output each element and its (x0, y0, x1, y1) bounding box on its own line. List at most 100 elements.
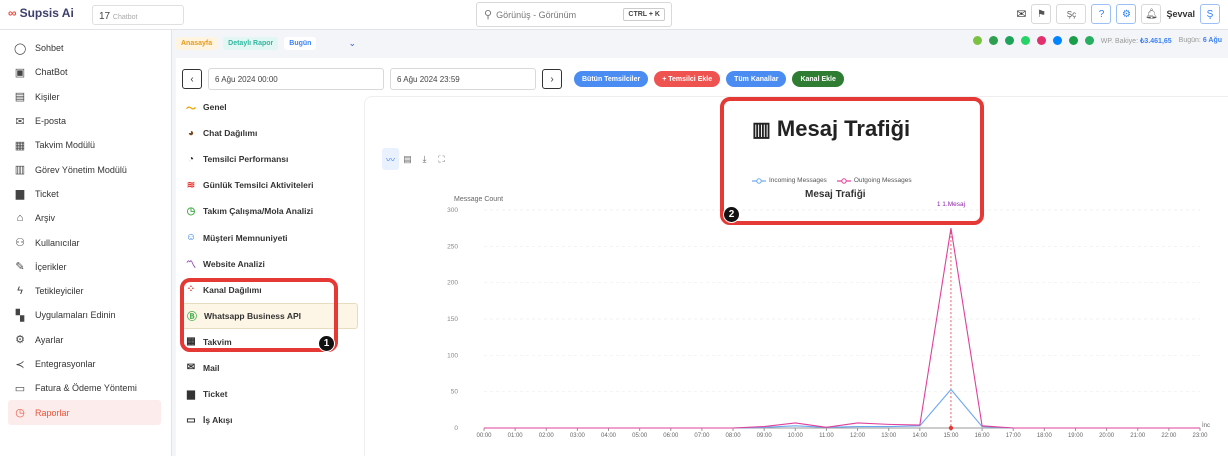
line-chart-icon[interactable]: 〰 (382, 148, 399, 170)
sidebar-item-calendar[interactable]: ▦ Takvim Modülü (0, 133, 171, 157)
chat-status-icon[interactable] (1068, 36, 1078, 45)
menu-item-gauge[interactable]: ◔ Temsilci Performansı (182, 146, 362, 172)
annotation-badge-2: 2 (723, 206, 740, 223)
menu-item-trend[interactable]: 〜 Genel (182, 94, 362, 120)
flag-icon[interactable]: ⚑ (1031, 4, 1052, 24)
x-tick-label: 20:00 (1099, 433, 1115, 439)
sidebar-item-mail[interactable]: ✉ E-posta (0, 109, 171, 133)
x-tick-label: 02:00 (539, 433, 555, 439)
menu-item-label: Ticket (203, 389, 228, 400)
next-date-button[interactable]: › (542, 69, 562, 89)
x-tick-label: 00:00 (476, 433, 492, 439)
sidebar-item-task[interactable]: ▥ Görev Yönetim Modülü (0, 157, 171, 181)
x-tick-label: 03:00 (570, 433, 586, 439)
line-chart: Message Count 0 50 100 150 200 250 300 00:00 01:0… (447, 196, 1210, 439)
menu-item-workflow[interactable]: ▭ İş Akışı (182, 407, 362, 433)
breadcrumb-home[interactable]: Anasayfa (176, 36, 218, 50)
add-rep-button[interactable]: + Temsilci Ekle (654, 71, 721, 87)
menu-item-clock[interactable]: ◷ Takım Çalışma/Mola Analizi (182, 198, 362, 224)
menu-item-mail[interactable]: ✉ Mail (182, 355, 362, 381)
menu-item-label: İş Akışı (203, 415, 233, 426)
x-tick-label: 04:00 (601, 433, 617, 439)
sidebar-item-settings[interactable]: ⚙ Ayarlar (0, 328, 171, 352)
contacts-icon: ▤ (14, 91, 26, 104)
pie-icon: ◕ (187, 127, 195, 139)
sidebar-item-users[interactable]: ⚇ Kullanıcılar (0, 230, 171, 254)
mail-icon[interactable]: ✉ (1016, 7, 1026, 21)
all-channels-button[interactable]: Tüm Kanallar (726, 71, 787, 87)
settings-icon[interactable]: ⚙ (1116, 4, 1137, 24)
download-icon[interactable]: ⤓ (416, 148, 433, 170)
fullscreen-icon[interactable]: ⛶ (433, 148, 450, 170)
menu-item-smile[interactable]: ☺ Müşteri Memnuniyeti (182, 224, 362, 250)
sidebar-item-trigger[interactable]: ϟ Tetikleyiciler (0, 279, 171, 303)
end-date-input[interactable]: 6 Ağu 2024 23:59 (390, 68, 536, 90)
y-axis-label: Message Count (454, 196, 503, 203)
sync-icon[interactable] (1084, 36, 1094, 45)
apps-icon: ▚ (15, 309, 25, 322)
y-tick-label: 100 (447, 352, 458, 359)
sidebar-item-label: Takvim Modülü (35, 140, 96, 151)
menu-item-label: Takım Çalışma/Mola Analizi (203, 206, 314, 217)
x-tick-label: 09:00 (757, 433, 773, 439)
sidebar-item-billing[interactable]: ▭ Fatura & Ödeme Yöntemi (0, 376, 171, 400)
telegram-icon[interactable] (1004, 36, 1014, 45)
sidebar-item-label: Arşiv (35, 213, 55, 224)
y-tick-label: 0 (454, 425, 458, 432)
sidebar-item-chat[interactable]: ◯ Sohbet (0, 36, 171, 60)
sidebar-item-apps[interactable]: ▚ Uygulamaları Edinin (0, 303, 171, 327)
menu-item-label: Chat Dağılımı (203, 128, 258, 139)
breadcrumb-detail[interactable]: Detaylı Rapor (223, 36, 279, 50)
messenger-icon[interactable] (1052, 36, 1062, 45)
chatbot-selector[interactable]: 17 Chatbot (92, 5, 184, 25)
calendar-icon: ▦ (14, 139, 26, 152)
wifi-status-icon[interactable] (988, 36, 998, 45)
language-button[interactable]: Şç (1056, 4, 1087, 24)
x-tick-label: 13:00 (881, 433, 897, 439)
sidebar-item-contacts[interactable]: ▤ Kişiler (0, 85, 171, 109)
search-input[interactable]: ⚲ Görünüş - Görünüm CTRL + K (476, 2, 672, 27)
logo[interactable]: ∞ Supsis Ai (8, 6, 74, 20)
task-icon: ▥ (14, 164, 26, 177)
avatar[interactable]: Ş (1200, 4, 1220, 24)
x-tick-label: 17:00 (1006, 433, 1022, 439)
instagram-icon[interactable] (1036, 36, 1046, 45)
menu-item-ticket[interactable]: ▆ Ticket (182, 381, 362, 407)
sidebar-item-archive[interactable]: ⌂ Arşiv (0, 206, 171, 230)
sidebar-item-reports[interactable]: ◷ Raporlar (8, 400, 161, 425)
bell-icon[interactable]: 🔔︎ (1141, 4, 1162, 24)
highlight-box-1 (180, 278, 338, 352)
language-label: Şç (1066, 9, 1077, 19)
menu-item-wifi[interactable]: ≋ Günlük Temsilci Aktiviteleri (182, 172, 362, 198)
copy-icon[interactable]: ▤ (399, 148, 416, 170)
smile-icon: ☺ (185, 232, 197, 244)
menu-item-pie[interactable]: ◕ Chat Dağılımı (182, 120, 362, 146)
trend-icon: 〜 (186, 103, 196, 115)
sidebar-item-label: E-posta (35, 116, 67, 127)
sidebar-item-ticket[interactable]: ▆ Ticket (0, 182, 171, 206)
user-name[interactable]: Şevval (1166, 9, 1195, 19)
help-icon[interactable]: ? (1091, 4, 1112, 24)
menu-item-label: Genel (203, 102, 227, 113)
chevron-down-icon[interactable]: ⌄ (348, 38, 356, 49)
sidebar-item-bot[interactable]: ▣ ChatBot (0, 60, 171, 84)
whatsapp-icon[interactable] (1020, 36, 1030, 45)
x-tick-label: 21:00 (1130, 433, 1146, 439)
start-date-input[interactable]: 6 Ağu 2024 00:00 (208, 68, 384, 90)
sidebar-item-content[interactable]: ✎ İçerikler (0, 255, 171, 279)
mail-icon: ✉ (186, 362, 196, 374)
y-tick-label: 50 (451, 389, 459, 396)
highlight-box-2 (720, 97, 984, 225)
prev-date-button[interactable]: ‹ (182, 69, 202, 89)
bot-icon: ▣ (14, 66, 26, 79)
sidebar-item-label: İçerikler (35, 261, 67, 272)
add-channel-button[interactable]: Kanal Ekle (792, 71, 844, 87)
x-tick-label: 08:00 (726, 433, 742, 439)
wifi-icon: ≋ (186, 179, 196, 191)
sidebar-item-integrations[interactable]: ≺ Entegrasyonlar (0, 352, 171, 376)
workflow-icon: ▭ (186, 414, 196, 426)
all-reps-button[interactable]: Bütün Temsilciler (574, 71, 649, 87)
menu-item-analytics[interactable]: 〽 Website Analizi (182, 251, 362, 277)
bot-status-icon[interactable] (972, 36, 982, 45)
period-selector[interactable]: Bugün (284, 36, 317, 50)
